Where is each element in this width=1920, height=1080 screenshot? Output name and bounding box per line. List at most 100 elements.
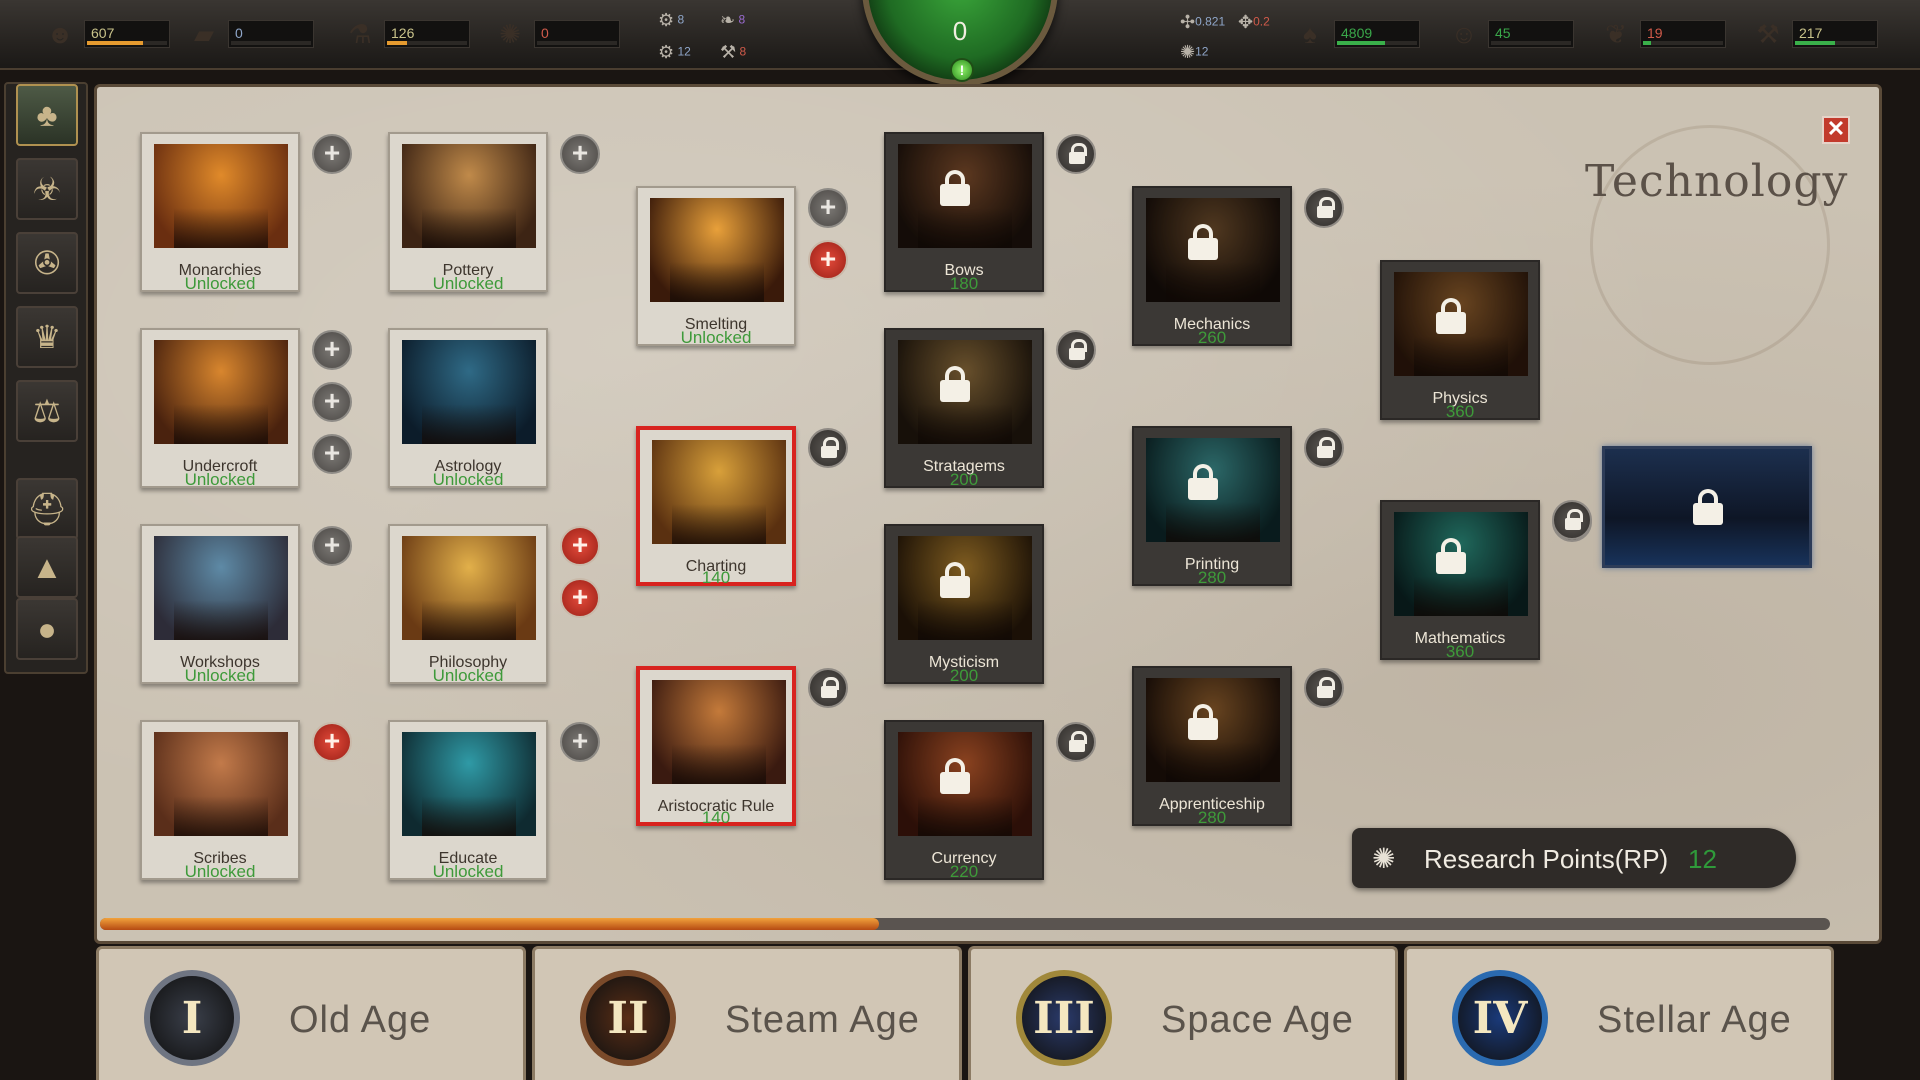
resource-box: 0 [534, 20, 620, 48]
add-icon[interactable]: + [312, 434, 352, 474]
tech-tree-icon[interactable]: ♣ [16, 84, 78, 146]
tech-card-educate[interactable]: Educate [388, 720, 548, 880]
tech-artwork [154, 144, 288, 248]
tech-artwork [154, 732, 288, 836]
lock-icon [940, 170, 970, 206]
tech-artwork [402, 536, 536, 640]
age-medal-icon: III [1009, 963, 1119, 1073]
helmet-icon[interactable]: ⛑ [16, 478, 78, 540]
research-icon: ✺ [1180, 42, 1196, 62]
add-icon[interactable]: + [808, 188, 848, 228]
resource-meter [387, 41, 467, 45]
tech-card-apprenticeship[interactable]: Apprenticeship [1132, 666, 1292, 826]
lock-icon [1436, 538, 1466, 574]
tech-card-astrology[interactable]: Astrology [388, 328, 548, 488]
landscape-icon[interactable]: ▲ [16, 536, 78, 598]
alert-button[interactable]: ! [950, 58, 974, 82]
add-red-icon[interactable]: + [808, 240, 848, 280]
tech-card-aristocratic-rule[interactable]: Aristocratic Rule [636, 666, 796, 826]
resource-value: 607 [91, 25, 115, 41]
map-compass-icon[interactable]: ✇ [16, 232, 78, 294]
stat-value: 12 [1195, 44, 1209, 59]
dna-icon[interactable]: ☣ [16, 158, 78, 220]
age-tab-3[interactable]: III Space Age [968, 946, 1398, 1080]
add-red-icon[interactable]: + [560, 578, 600, 618]
add-red-icon[interactable]: + [312, 722, 352, 762]
tech-card-physics[interactable]: Physics [1380, 260, 1540, 420]
age-tab-4[interactable]: IV Stellar Age [1404, 946, 1834, 1080]
night-icon[interactable]: ● [16, 598, 78, 660]
resource-box: 126 [384, 20, 470, 48]
scales-icon[interactable]: ⚖ [16, 380, 78, 442]
tech-artwork [154, 340, 288, 444]
resource-value: 126 [391, 25, 415, 41]
lock-icon [940, 562, 970, 598]
tech-status: Unlocked [184, 666, 256, 685]
age-tab-1[interactable]: I Old Age [96, 946, 526, 1080]
add-red-icon[interactable]: + [560, 526, 600, 566]
commander-icon[interactable]: ♛ [16, 306, 78, 368]
age-tab-2[interactable]: II Steam Age [532, 946, 962, 1080]
tech-cost: 360 [1445, 642, 1475, 661]
tech-card-mysticism[interactable]: Mysticism [884, 524, 1044, 684]
resource-box: 45 [1488, 20, 1574, 48]
lock-icon[interactable] [1056, 330, 1096, 370]
tech-card-printing[interactable]: Printing [1132, 426, 1292, 586]
lock-icon[interactable] [1056, 134, 1096, 174]
lock-icon [940, 758, 970, 794]
resource-value: 0 [541, 25, 549, 41]
resource-meter-fill [1795, 41, 1835, 45]
tech-status: Unlocked [432, 274, 504, 293]
rate-icon: ✥ [1238, 12, 1254, 32]
lock-icon[interactable] [1304, 428, 1344, 468]
tech-card-bows[interactable]: Bows [884, 132, 1044, 292]
add-icon[interactable]: + [312, 382, 352, 422]
age-progress-fill [100, 918, 879, 930]
add-icon[interactable]: + [312, 330, 352, 370]
stat-leaf: ❧ 8 [720, 10, 745, 31]
locked-next-tech-card[interactable] [1602, 446, 1812, 568]
lock-icon[interactable] [808, 668, 848, 708]
tech-card-mathematics[interactable]: Mathematics [1380, 500, 1540, 660]
add-icon[interactable]: + [312, 134, 352, 174]
tech-card-currency[interactable]: Currency [884, 720, 1044, 880]
mushroom-icon: ♠ [1303, 19, 1317, 49]
lock-icon[interactable] [1304, 668, 1344, 708]
age-numeral: III [1016, 970, 1112, 1066]
stat-value: 0.821 [1195, 14, 1226, 29]
tech-card-stratagems[interactable]: Stratagems [884, 328, 1044, 488]
tech-card-pottery[interactable]: Pottery [388, 132, 548, 292]
tech-artwork [402, 144, 536, 248]
stat-research: ✺12 [1180, 42, 1208, 63]
age-medal-icon: I [137, 963, 247, 1073]
tool-icon: ⚒ [1756, 19, 1780, 49]
tech-card-scribes[interactable]: Scribes [140, 720, 300, 880]
add-icon[interactable]: + [560, 134, 600, 174]
tech-card-charting[interactable]: Charting [636, 426, 796, 586]
tech-card-philosophy[interactable]: Philosophy [388, 524, 548, 684]
tech-cost: 140 [701, 808, 731, 827]
resource-box: 4809 [1334, 20, 1420, 48]
tech-card-smelting[interactable]: Smelting [636, 186, 796, 346]
add-icon[interactable]: + [560, 722, 600, 762]
resource-box: 19 [1640, 20, 1726, 48]
add-icon[interactable]: + [312, 526, 352, 566]
lock-icon[interactable] [1552, 500, 1592, 540]
tech-card-monarchies[interactable]: Monarchies [140, 132, 300, 292]
age-medal-icon: II [573, 963, 683, 1073]
stat-value: 8 [739, 44, 747, 59]
close-button[interactable]: ✕ [1822, 116, 1850, 144]
tech-card-mechanics[interactable]: Mechanics [1132, 186, 1292, 346]
tech-status: Unlocked [432, 470, 504, 489]
tech-artwork [652, 680, 786, 784]
tech-card-undercroft[interactable]: Undercroft [140, 328, 300, 488]
tech-status: Unlocked [184, 470, 256, 489]
age-numeral: IV [1452, 970, 1548, 1066]
gear-globe-icon: ⚙ [658, 10, 675, 30]
tech-card-workshops[interactable]: Workshops [140, 524, 300, 684]
tech-status: Unlocked [184, 274, 256, 293]
lock-icon[interactable] [808, 428, 848, 468]
lock-icon[interactable] [1304, 188, 1344, 228]
lock-icon[interactable] [1056, 722, 1096, 762]
resource-value: 0 [235, 25, 243, 41]
